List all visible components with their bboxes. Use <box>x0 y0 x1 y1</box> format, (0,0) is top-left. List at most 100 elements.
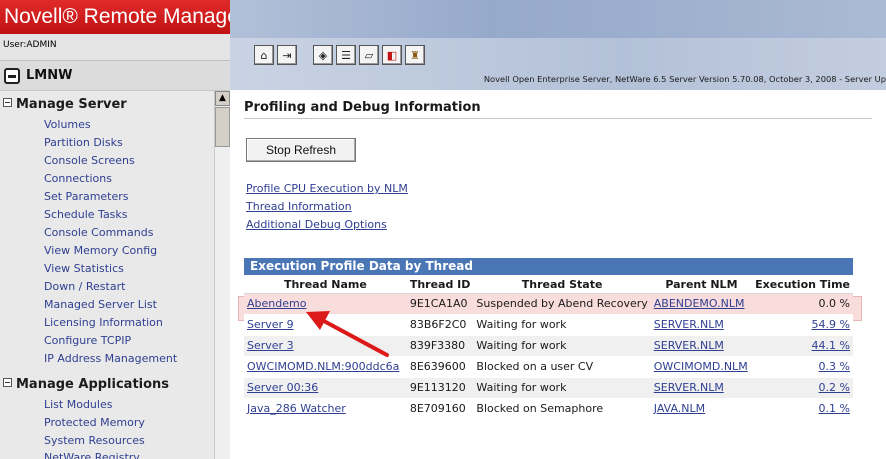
sidebar-section-label: Manage Applications <box>16 377 170 392</box>
volume-icon[interactable]: ▱ <box>359 45 379 65</box>
parent-nlm-link[interactable]: SERVER.NLM <box>654 318 724 331</box>
execution-time: 0.0 % <box>752 293 853 315</box>
volume-glyph: ▱ <box>364 48 374 62</box>
thread-id: 9E113120 <box>406 377 474 399</box>
sidebar-item-volumes[interactable]: Volumes <box>44 118 91 131</box>
sidebar-section-manage-server[interactable]: Manage Server <box>3 97 127 112</box>
thread-state: Waiting for work <box>473 335 651 357</box>
thread-state: Blocked on Semaphore <box>473 398 651 420</box>
table-title: Execution Profile Data by Thread <box>244 258 853 275</box>
sidebar-item-set-parameters[interactable]: Set Parameters <box>44 190 129 203</box>
scroll-up-arrow-icon[interactable]: ▲ <box>215 91 230 106</box>
sidebar-item-view-statistics[interactable]: View Statistics <box>44 262 124 275</box>
lock-glyph: ♜ <box>410 48 420 62</box>
sidebar-nav: Manage Server Volumes Partition Disks Co… <box>0 90 230 459</box>
top-banner: ⌂ ⇥ ◈ ☰ ▱ ◧ ♜ Novell Open Enterprise Ser… <box>230 0 886 90</box>
server-name[interactable]: LMNW <box>26 68 72 83</box>
sidebar-item-ip-address-management[interactable]: IP Address Management <box>44 352 177 365</box>
sidebar-item-managed-server-list[interactable]: Managed Server List <box>44 298 157 311</box>
sidebar-item-configure-tcpip[interactable]: Configure TCPIP <box>44 334 131 347</box>
sidebar-item-down-restart[interactable]: Down / Restart <box>44 280 125 293</box>
down-server-icon[interactable]: ◧ <box>382 45 402 65</box>
sidebar-item-licensing-information[interactable]: Licensing Information <box>44 316 163 329</box>
sidebar-item-list-modules[interactable]: List Modules <box>44 398 112 411</box>
app-brand-logo: Novell® Remote Manager <box>0 0 246 34</box>
user-label: User:ADMIN <box>3 40 57 50</box>
thread-information-link[interactable]: Thread Information <box>246 200 352 213</box>
thread-name-link[interactable]: Java_286 Watcher <box>247 402 346 415</box>
sidebar-section-manage-applications[interactable]: Manage Applications <box>3 377 169 392</box>
column-header-thread-state: Thread State <box>473 276 651 294</box>
config-report-glyph: ☰ <box>341 48 351 62</box>
server-version-info: Novell Open Enterprise Server, NetWare 6… <box>483 74 886 84</box>
execution-profile-table: Thread Name Thread ID Thread State Paren… <box>244 276 853 420</box>
sidebar-item-view-memory-config[interactable]: View Memory Config <box>44 244 157 257</box>
home-glyph: ⌂ <box>260 48 268 62</box>
execution-time-link[interactable]: 54.9 % <box>812 318 850 331</box>
thread-name-link[interactable]: Server 9 <box>247 318 294 331</box>
page-title: Profiling and Debug Information <box>244 100 481 115</box>
server-header: LMNW <box>0 60 230 90</box>
parent-nlm-link[interactable]: JAVA.NLM <box>654 402 705 415</box>
server-icon <box>4 68 20 84</box>
table-row: Abendemo 9E1CA1A0 Suspended by Abend Rec… <box>244 293 853 315</box>
sidebar-section-label: Manage Server <box>16 97 127 112</box>
left-header: Novell® Remote Manager User:ADMIN LMNW <box>0 0 246 90</box>
additional-debug-options-link[interactable]: Additional Debug Options <box>246 218 387 231</box>
sidebar-item-netware-registry[interactable]: NetWare Registry <box>44 451 140 459</box>
collapse-icon[interactable] <box>3 378 12 387</box>
thread-name-link[interactable]: OWCIMOMD.NLM:900ddc6a <box>247 360 399 373</box>
health-monitor-glyph: ◈ <box>318 48 328 62</box>
stop-refresh-button[interactable]: Stop Refresh <box>246 138 356 162</box>
parent-nlm-link[interactable]: ABENDEMO.NLM <box>654 297 745 310</box>
toolbar: ⌂ ⇥ ◈ ☰ ▱ ◧ ♜ <box>254 45 425 67</box>
main-content: Profiling and Debug Information Stop Ref… <box>230 90 886 459</box>
profile-cpu-by-nlm-link[interactable]: Profile CPU Execution by NLM <box>246 182 408 195</box>
down-server-glyph: ◧ <box>386 48 398 62</box>
banner-graphic <box>230 0 886 38</box>
table-header-row: Thread Name Thread ID Thread State Paren… <box>244 276 853 294</box>
thread-state: Suspended by Abend Recovery <box>473 293 651 315</box>
sidebar-item-connections[interactable]: Connections <box>44 172 112 185</box>
table-row: Server 00:36 9E113120 Waiting for work S… <box>244 377 853 399</box>
execution-time-link[interactable]: 0.1 % <box>819 402 850 415</box>
execution-time-link[interactable]: 0.2 % <box>819 381 850 394</box>
sidebar-item-system-resources[interactable]: System Resources <box>44 434 145 447</box>
toolbar-gap <box>300 45 310 67</box>
parent-nlm-link[interactable]: SERVER.NLM <box>654 339 724 352</box>
exit-icon[interactable]: ⇥ <box>277 45 297 65</box>
execution-time-link[interactable]: 0.3 % <box>819 360 850 373</box>
thread-name-link[interactable]: Server 3 <box>247 339 294 352</box>
parent-nlm-link[interactable]: OWCIMOMD.NLM <box>654 360 748 373</box>
column-header-thread-id: Thread ID <box>406 276 474 294</box>
thread-id: 839F3380 <box>406 335 474 357</box>
collapse-icon[interactable] <box>3 98 12 107</box>
execution-time-link[interactable]: 44.1 % <box>812 339 850 352</box>
home-icon[interactable]: ⌂ <box>254 45 274 65</box>
thread-name-link[interactable]: Abendemo <box>247 297 306 310</box>
sidebar-item-console-screens[interactable]: Console Screens <box>44 154 135 167</box>
sidebar-scrollbar[interactable]: ▲ <box>214 91 230 459</box>
health-monitor-icon[interactable]: ◈ <box>313 45 333 65</box>
thread-id: 8E639600 <box>406 356 474 378</box>
sidebar-item-schedule-tasks[interactable]: Schedule Tasks <box>44 208 128 221</box>
thread-state: Waiting for work <box>473 314 651 336</box>
thread-id: 83B6F2C0 <box>406 314 474 336</box>
sidebar-item-protected-memory[interactable]: Protected Memory <box>44 416 145 429</box>
config-report-icon[interactable]: ☰ <box>336 45 356 65</box>
title-divider <box>244 118 872 119</box>
thread-state: Blocked on a user CV <box>473 356 651 378</box>
lock-icon[interactable]: ♜ <box>405 45 425 65</box>
thread-id: 9E1CA1A0 <box>406 293 474 315</box>
table-row: Server 9 83B6F2C0 Waiting for work SERVE… <box>244 314 853 336</box>
thread-name-link[interactable]: Server 00:36 <box>247 381 318 394</box>
parent-nlm-link[interactable]: SERVER.NLM <box>654 381 724 394</box>
table-row: Java_286 Watcher 8E709160 Blocked on Sem… <box>244 398 853 420</box>
column-header-parent-nlm: Parent NLM <box>650 276 753 294</box>
column-header-execution-time: Execution Time <box>752 276 853 294</box>
sidebar-item-console-commands[interactable]: Console Commands <box>44 226 153 239</box>
scroll-thumb[interactable] <box>215 107 230 147</box>
sidebar-item-partition-disks[interactable]: Partition Disks <box>44 136 123 149</box>
thread-state: Waiting for work <box>473 377 651 399</box>
exit-glyph: ⇥ <box>282 48 292 62</box>
